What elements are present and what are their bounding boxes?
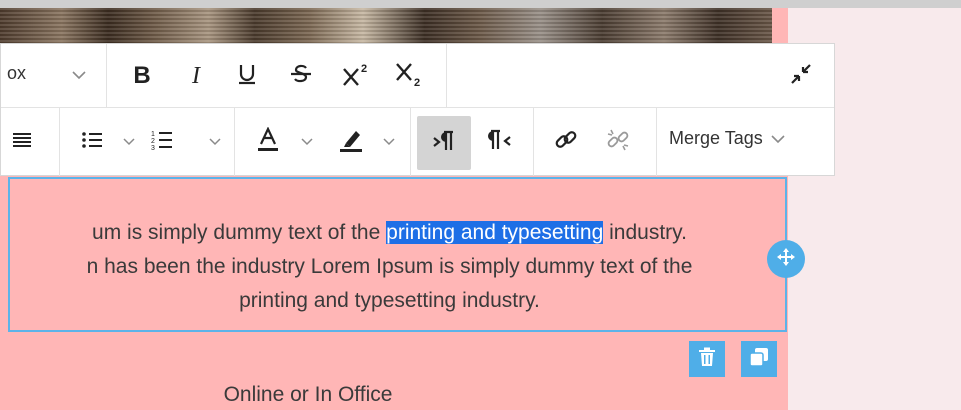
underline-button[interactable] — [230, 56, 264, 96]
toolbar-divider — [656, 108, 657, 176]
line-1-text: um is simply dummy text of the — [92, 221, 387, 244]
move-arrows-icon — [775, 246, 797, 273]
copy-icon — [749, 347, 769, 372]
text-formatting-toolbar: ox B I 2 2 1 2 3 Merge Tags — [0, 43, 835, 176]
toolbar-divider — [106, 44, 107, 107]
numbered-list-icon: 123 — [151, 129, 173, 156]
trash-icon — [698, 347, 716, 372]
insert-link-button[interactable] — [549, 118, 583, 166]
rtl-direction-button[interactable] — [479, 118, 521, 166]
next-block-text[interactable]: Online or In Office — [0, 383, 616, 407]
paragraph-line-2[interactable]: n has been the industry Lorem Ipsum is s… — [10, 255, 769, 279]
toolbar-row-1: ox B I 2 2 — [1, 44, 834, 108]
text-color-dropdown[interactable] — [297, 118, 317, 166]
bullet-list-dropdown[interactable] — [119, 118, 139, 166]
minimize-arrows-icon — [789, 62, 813, 91]
svg-text:3: 3 — [151, 145, 155, 151]
svg-text:2: 2 — [361, 63, 367, 75]
move-block-button[interactable] — [767, 240, 805, 278]
superscript-button[interactable]: 2 — [337, 56, 377, 96]
bullet-list-button[interactable] — [77, 118, 107, 166]
subscript-icon: 2 — [394, 60, 426, 93]
font-family-value[interactable]: ox — [7, 63, 26, 84]
toolbar-divider — [533, 108, 534, 176]
underline-icon — [236, 62, 258, 91]
remove-link-button[interactable] — [601, 118, 635, 166]
collapse-toolbar-button[interactable] — [784, 56, 818, 96]
highlight-color-dropdown[interactable] — [379, 118, 399, 166]
ltr-direction-button[interactable] — [417, 116, 471, 170]
chevron-down-icon — [301, 133, 313, 151]
chevron-down-icon — [209, 133, 221, 151]
window-top-border — [0, 0, 961, 8]
toolbar-divider — [410, 108, 411, 176]
duplicate-block-button[interactable] — [741, 341, 777, 377]
toolbar-divider — [59, 108, 60, 176]
chevron-down-icon — [383, 133, 395, 151]
strikethrough-icon — [289, 62, 313, 91]
italic-button[interactable]: I — [179, 56, 213, 96]
merge-tags-dropdown[interactable]: Merge Tags — [669, 128, 785, 149]
selected-text[interactable]: printing and typesetting — [386, 221, 604, 244]
delete-block-button[interactable] — [689, 341, 725, 377]
align-justify-icon — [12, 131, 32, 154]
toolbar-row-2: 123 Merge Tags — [1, 108, 834, 176]
numbered-list-dropdown[interactable] — [205, 118, 225, 166]
paragraph-line-1[interactable]: um is simply dummy text of the printing … — [10, 221, 769, 245]
link-icon — [553, 127, 579, 158]
bullet-list-icon — [81, 130, 103, 155]
chevron-down-icon — [771, 128, 785, 149]
numbered-list-button[interactable]: 123 — [147, 118, 177, 166]
text-color-button[interactable] — [253, 118, 283, 166]
svg-text:1: 1 — [151, 131, 155, 138]
text-color-icon — [256, 125, 280, 158]
align-justify-button[interactable] — [7, 118, 37, 166]
unlink-icon — [605, 127, 631, 158]
superscript-icon: 2 — [341, 60, 373, 93]
strikethrough-button[interactable] — [284, 56, 318, 96]
toolbar-divider — [446, 44, 447, 107]
subscript-button[interactable]: 2 — [390, 56, 430, 96]
toolbar-divider — [234, 108, 235, 176]
svg-text:2: 2 — [414, 77, 420, 88]
svg-text:2: 2 — [151, 138, 155, 145]
chevron-down-icon — [123, 133, 135, 151]
pilcrow-rtl-icon — [487, 128, 513, 157]
highlight-color-button[interactable] — [335, 118, 367, 166]
merge-tags-label: Merge Tags — [669, 128, 763, 148]
selected-text-block[interactable]: um is simply dummy text of the printing … — [8, 177, 787, 332]
paragraph-line-3[interactable]: printing and typesetting industry. — [10, 289, 769, 313]
highlighter-icon — [338, 127, 364, 158]
font-family-dropdown[interactable] — [67, 56, 91, 96]
line-1-text-end: industry. — [603, 221, 687, 244]
pilcrow-ltr-icon — [431, 129, 457, 158]
chevron-down-icon — [72, 67, 86, 85]
bold-button[interactable]: B — [125, 56, 159, 96]
